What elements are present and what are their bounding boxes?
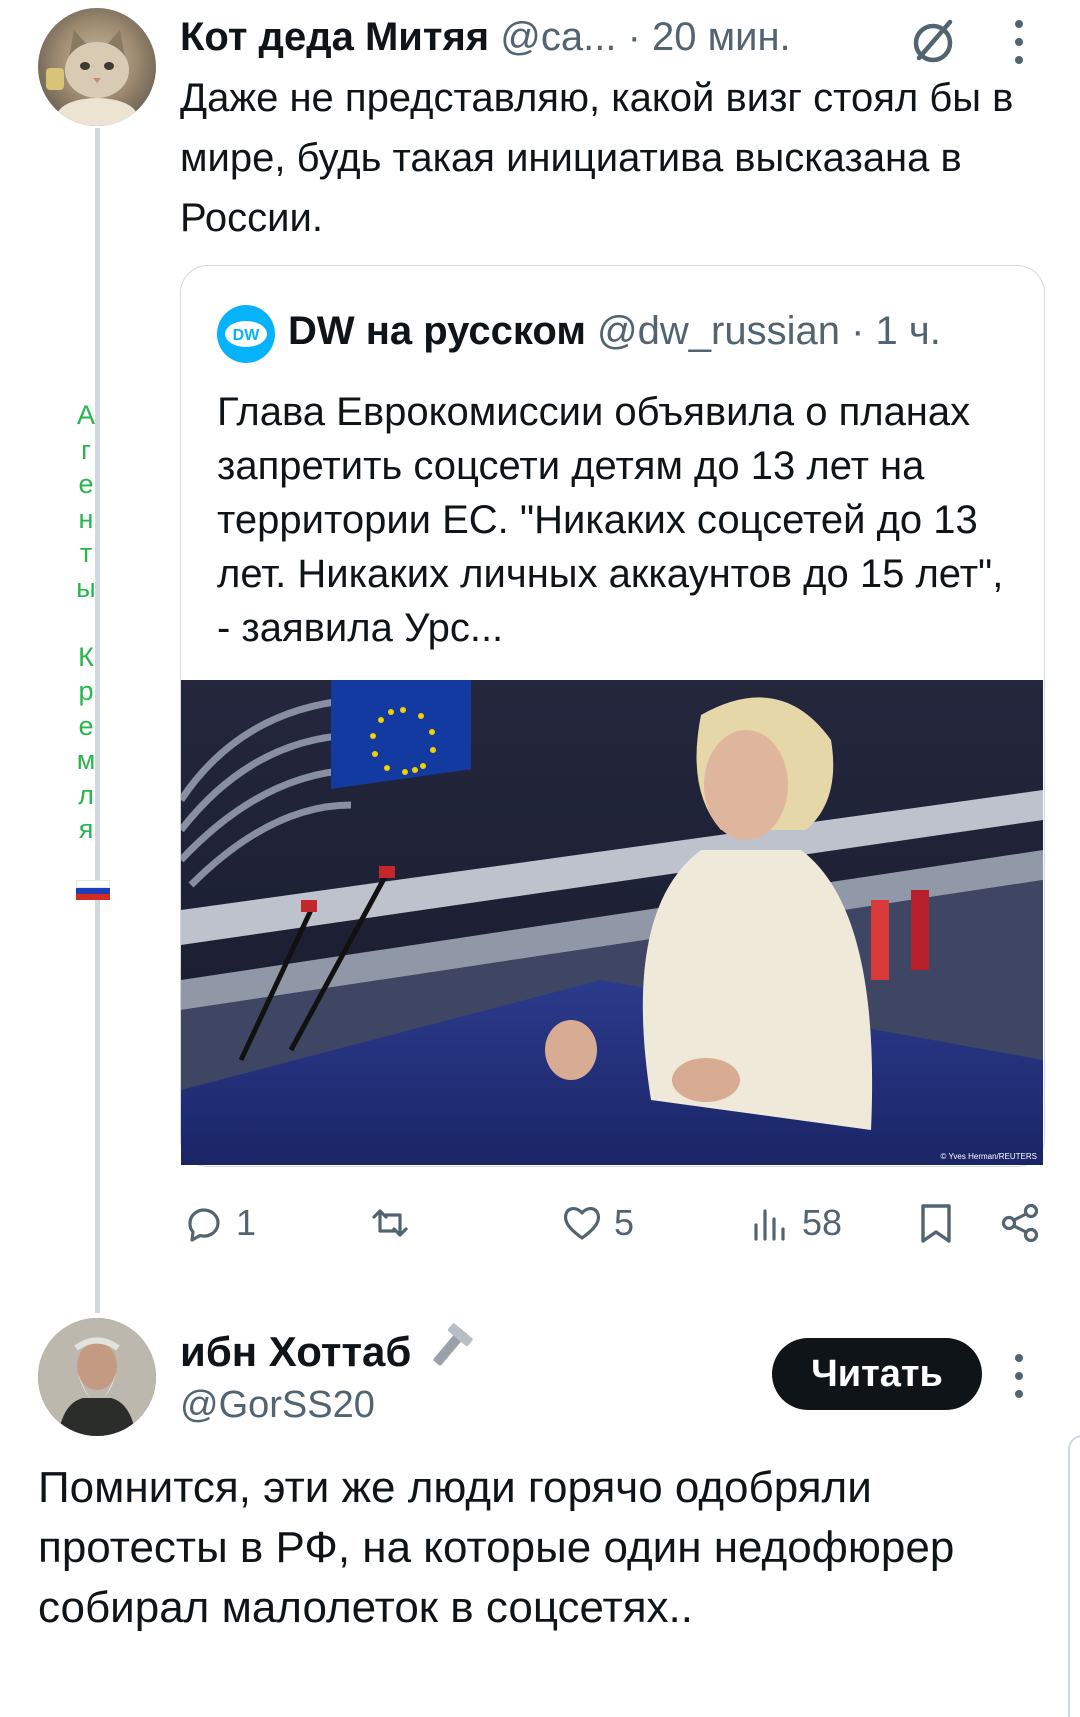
more-vertical-icon[interactable] [1004, 1348, 1034, 1404]
timestamp[interactable]: 20 мин. [652, 15, 791, 59]
views-button[interactable]: 58 [748, 1195, 842, 1251]
follow-button[interactable]: Читать [772, 1338, 982, 1410]
bookmark-button[interactable] [914, 1195, 958, 1251]
more-vertical-icon[interactable] [1004, 14, 1034, 70]
views-icon [754, 1209, 785, 1241]
quote-author-handle[interactable]: @dw_russian [597, 309, 840, 353]
separator-dot: · [616, 15, 652, 59]
tool-emoji-icon [433, 1323, 473, 1366]
tweet-text: Помнится, эти же люди горячо одобряли пр… [38, 1463, 955, 1632]
tweet-text: Даже не представляю, какой визг стоял бы… [180, 76, 1014, 240]
repost-icon [372, 1209, 408, 1237]
tweet-header: Кот деда Митяя @ca... · 20 мин. [180, 12, 791, 62]
scroll-edge [1068, 1435, 1080, 1717]
old-man-avatar-image [38, 1318, 156, 1436]
like-icon [563, 1207, 601, 1240]
share-button[interactable] [998, 1195, 1042, 1251]
author-handle[interactable]: @GorSS20 [180, 1380, 375, 1430]
parliament-photo [181, 680, 1043, 1165]
quote-text: Глава Еврокомиссии объявила о планах зап… [217, 390, 1004, 650]
quote-timestamp[interactable]: 1 ч. [876, 309, 941, 353]
avatar[interactable] [38, 8, 156, 126]
avatar[interactable] [38, 1318, 156, 1436]
flag-icon [76, 880, 110, 900]
reply-icon [188, 1208, 220, 1242]
side-caption: АгентыКремля [76, 400, 96, 844]
svg-text:DW: DW [233, 327, 261, 344]
repost-button[interactable] [368, 1195, 422, 1251]
quote-header: DW на русском @dw_russian · 1 ч. [288, 302, 941, 360]
bookmark-icon [921, 1204, 951, 1243]
like-count: 5 [614, 1202, 635, 1243]
author-handle[interactable]: @ca... [500, 15, 616, 59]
author-name[interactable]: ибн Хоттаб [180, 1320, 477, 1380]
like-button[interactable]: 5 [560, 1195, 634, 1251]
quote-photo[interactable]: © Yves Herman/REUTERS [181, 680, 1043, 1165]
author-name[interactable]: Кот деда Митяя [180, 15, 489, 59]
image-credit: © Yves Herman/REUTERS [940, 1152, 1037, 1161]
quote-author-name[interactable]: DW на русском [288, 309, 586, 353]
cat-avatar-image [46, 30, 137, 126]
grok-icon[interactable] [906, 14, 960, 68]
share-icon [1001, 1203, 1039, 1243]
dw-logo-icon: DW [217, 305, 275, 363]
separator-dot: · [839, 309, 876, 353]
reply-button[interactable]: 1 [182, 1195, 256, 1251]
views-count: 58 [802, 1202, 843, 1243]
reply-count: 1 [236, 1202, 257, 1243]
